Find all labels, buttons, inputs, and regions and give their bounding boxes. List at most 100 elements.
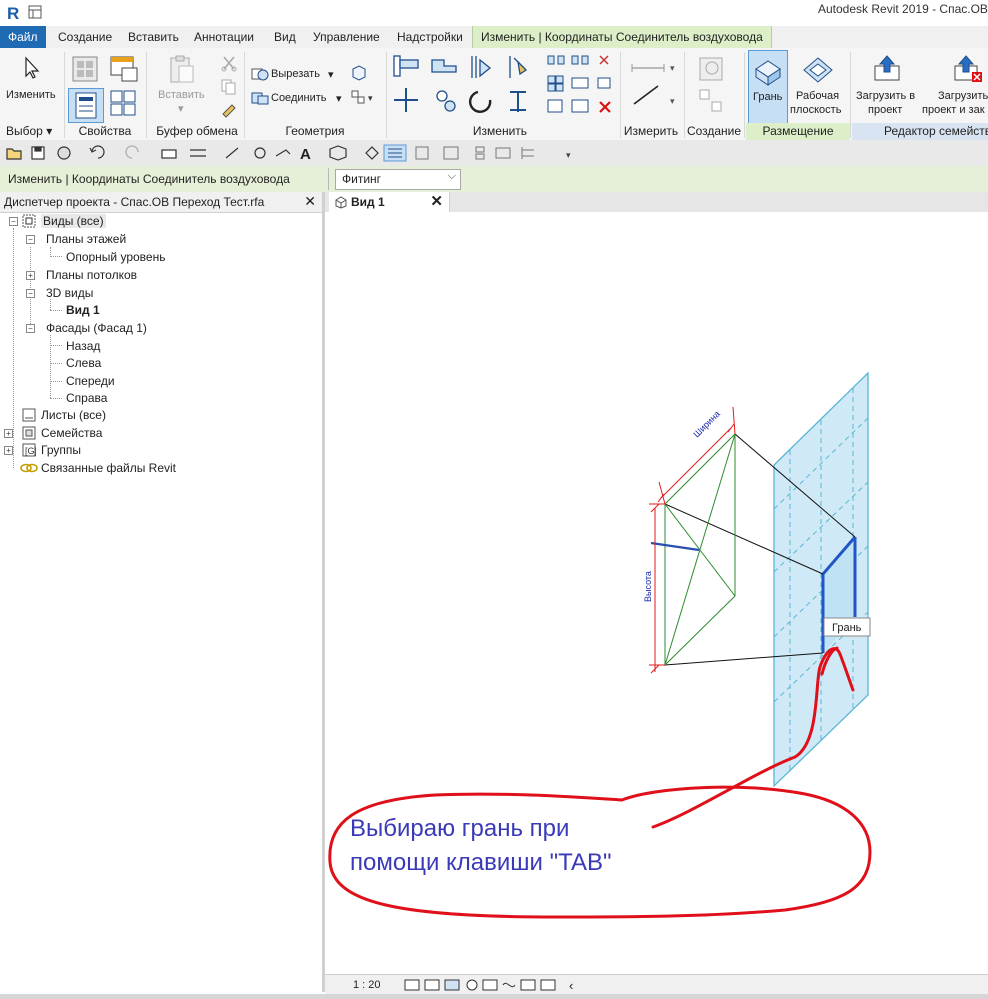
load-and-close-icon[interactable]: [952, 54, 984, 84]
panel-clipboard: Буфер обмена: [156, 124, 238, 138]
panel-properties: Свойства: [78, 124, 132, 138]
type-selector-value: Фитинг: [342, 172, 382, 186]
cut-dropdown-icon[interactable]: ▾: [328, 68, 334, 81]
drawing-canvas[interactable]: Ширина Высота Грань Выбираю грань при по…: [325, 212, 988, 974]
tab-insert[interactable]: Вставить: [128, 30, 179, 44]
tree-item-elevations[interactable]: Фасады (Фасад 1): [46, 321, 147, 335]
cut-geometry-icon[interactable]: [250, 66, 270, 82]
tree-expand-toggle[interactable]: +: [4, 446, 13, 455]
work-plane-label-1[interactable]: Рабочая: [796, 90, 839, 102]
match-properties-icon[interactable]: [220, 100, 238, 118]
measure-icons[interactable]: ▾ ▾: [628, 56, 688, 116]
view-control-icons[interactable]: ‹: [403, 977, 583, 993]
annotation-text-line-1: Выбираю грань при: [350, 815, 569, 842]
modify-cursor-icon[interactable]: [22, 56, 42, 80]
paste-icon[interactable]: [166, 54, 196, 86]
join-geometry-button[interactable]: Соединить: [271, 92, 327, 104]
paint-icon[interactable]: ▾: [350, 88, 378, 106]
tab-modify-context[interactable]: Изменить | Координаты Соединитель воздух…: [472, 26, 772, 48]
align-array-mirror-icons[interactable]: [544, 52, 616, 118]
drawing-svg: Ширина Высота Грань Выбираю грань при по…: [328, 371, 872, 919]
tab-annotate[interactable]: Аннотации: [194, 30, 254, 44]
title-bar: R Autodesk Revit 2019 - Спас.ОВ П: [0, 0, 988, 26]
tree-item-ceiling-plans[interactable]: Планы потолков: [46, 268, 137, 282]
load-and-close-label-2[interactable]: проект и зак: [922, 104, 985, 116]
svg-text:‹: ‹: [569, 978, 573, 993]
separator: [64, 52, 65, 138]
tooltip-text: Грань: [832, 622, 862, 634]
view-control-bar: 1 : 20 ‹: [325, 974, 988, 995]
app-menu-icon[interactable]: [28, 5, 42, 19]
face-button[interactable]: Грань: [748, 50, 788, 124]
tree-item-front[interactable]: Спереди: [66, 374, 115, 388]
tab-view-1[interactable]: Вид 1 ✕: [329, 192, 450, 212]
tree-item-3d-views[interactable]: 3D виды: [46, 286, 93, 300]
tree-collapse-toggle[interactable]: −: [26, 235, 35, 244]
paste-button[interactable]: Вставить: [158, 89, 205, 101]
modify-tools-icons[interactable]: [390, 50, 540, 120]
connector-direction-line: [650, 541, 700, 552]
cut-geometry-button[interactable]: Вырезать: [271, 68, 320, 80]
tree-item-view-1[interactable]: Вид 1: [66, 303, 100, 317]
modify-button[interactable]: Изменить: [6, 89, 56, 101]
tree-collapse-toggle[interactable]: −: [9, 217, 18, 226]
panel-select[interactable]: Выбор ▾: [6, 123, 58, 140]
work-plane-icon[interactable]: [802, 56, 834, 84]
tree-item-left[interactable]: Слева: [66, 356, 101, 370]
cut-icon[interactable]: [220, 54, 238, 72]
tree-item-sheets[interactable]: Листы (все): [41, 408, 106, 422]
panel-select-label: Выбор: [6, 124, 43, 138]
separator: [744, 52, 745, 138]
tree-item-right[interactable]: Справа: [66, 391, 107, 405]
load-into-project-label-2[interactable]: проект: [868, 104, 902, 116]
family-category-icon[interactable]: [108, 88, 140, 118]
tree-item-families[interactable]: Семейства: [41, 426, 102, 440]
type-selector-dropdown[interactable]: Фитинг ⌵: [335, 169, 461, 190]
join-dropdown-icon[interactable]: ▾: [336, 92, 342, 105]
tree-item-revit-links[interactable]: Связанные файлы Revit: [41, 461, 176, 475]
tree-collapse-toggle[interactable]: −: [26, 324, 35, 333]
load-into-project-label-1[interactable]: Загрузить в: [856, 90, 915, 102]
connector-profile[interactable]: [664, 432, 736, 667]
revit-logo-icon[interactable]: R: [6, 4, 22, 21]
load-into-project-icon[interactable]: [872, 54, 902, 84]
paste-dropdown-icon[interactable]: ▾: [178, 102, 184, 115]
width-dimension[interactable]: [657, 406, 736, 505]
tree-collapse-toggle[interactable]: −: [26, 289, 35, 298]
view-scale[interactable]: 1 : 20: [353, 979, 381, 991]
options-context-label: Изменить | Координаты Соединитель воздух…: [8, 172, 290, 186]
quick-access-icons[interactable]: A ▾: [4, 144, 584, 162]
sheets-icon: [22, 408, 36, 422]
tree-item-groups[interactable]: Группы: [41, 443, 81, 457]
tree-line: [13, 228, 14, 468]
svg-text:R: R: [7, 4, 19, 21]
3d-view-icon: [335, 196, 347, 209]
close-icon[interactable]: ✕: [304, 193, 316, 210]
svg-text:▾: ▾: [566, 150, 571, 160]
load-and-close-label-1[interactable]: Загрузить: [938, 90, 988, 102]
tab-manage[interactable]: Управление: [313, 30, 380, 44]
family-types-icon[interactable]: [108, 54, 140, 84]
tab-view[interactable]: Вид: [274, 30, 296, 44]
tab-create[interactable]: Создание: [58, 30, 112, 44]
work-plane-label-2[interactable]: плоскость: [790, 104, 841, 116]
join-geometry-icon[interactable]: [250, 90, 270, 106]
tree-item-ref-level[interactable]: Опорный уровень: [66, 250, 165, 264]
tree-item-views-all[interactable]: Виды (все): [41, 214, 106, 228]
create-group-icons[interactable]: [694, 54, 734, 120]
close-icon[interactable]: ✕: [430, 192, 443, 210]
tab-file[interactable]: Файл: [0, 26, 46, 48]
properties-button[interactable]: [68, 88, 104, 123]
svg-text:▾: ▾: [670, 96, 675, 106]
panel-geometry: Геометрия: [285, 124, 345, 138]
split-face-icon[interactable]: [350, 64, 368, 82]
groups-icon: [G]: [22, 443, 36, 457]
tab-addins[interactable]: Надстройки: [397, 30, 463, 44]
tree-item-floor-plans[interactable]: Планы этажей: [46, 232, 126, 246]
type-properties-icon[interactable]: [70, 54, 102, 84]
tree-expand-toggle[interactable]: +: [26, 271, 35, 280]
tree-item-back[interactable]: Назад: [66, 339, 100, 353]
tree-expand-toggle[interactable]: +: [4, 429, 13, 438]
bottom-border: [0, 994, 988, 999]
copy-icon[interactable]: [220, 78, 238, 96]
